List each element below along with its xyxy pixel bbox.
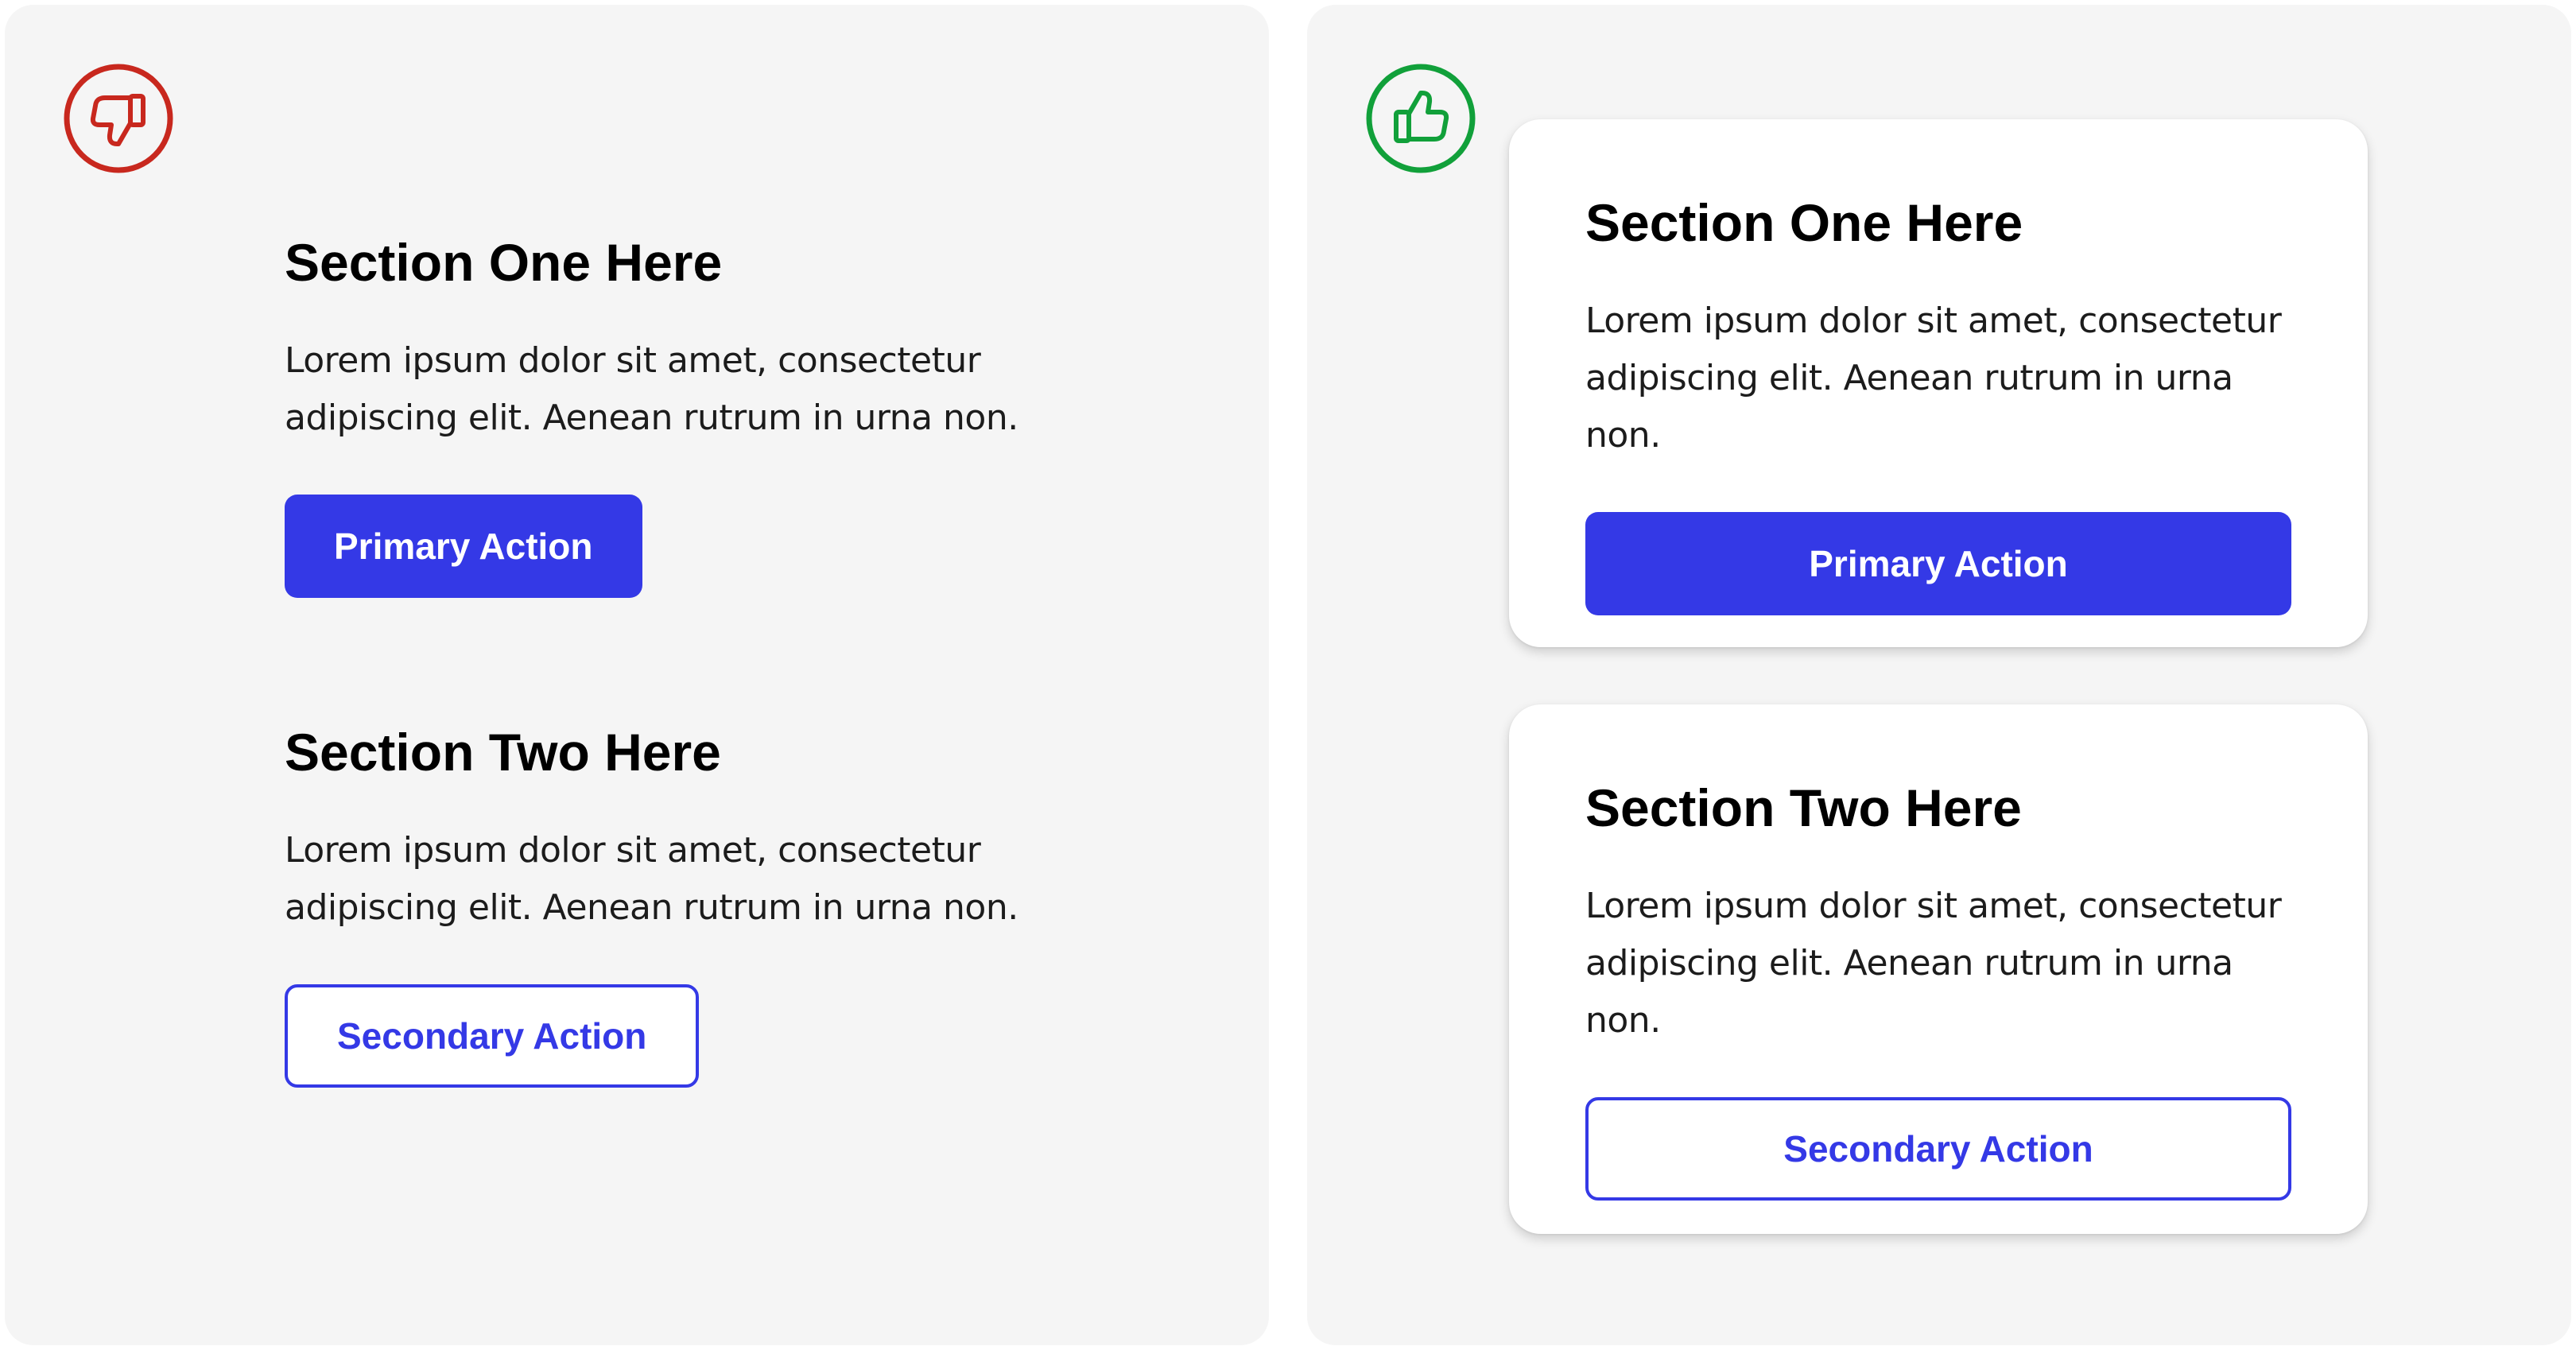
section-body: Lorem ipsum dolor sit amet, consectetur … — [285, 830, 1018, 928]
section-body: Lorem ipsum dolor sit amet, consectetur … — [1585, 301, 2282, 456]
thumbs-up-icon — [1364, 62, 1477, 175]
section-body: Lorem ipsum dolor sit amet, consectetur … — [285, 340, 1018, 438]
section-title: Section Two Here — [1585, 778, 2022, 837]
section-title: Section Two Here — [285, 723, 721, 782]
section-title: Section One Here — [1585, 193, 2023, 252]
thumbs-down-icon — [62, 62, 175, 175]
primary-action-button[interactable]: Primary Action — [285, 495, 642, 598]
section-one-card: Section One Here Lorem ipsum dolor sit a… — [1509, 119, 2368, 647]
bad-example-panel: Section One Here Lorem ipsum dolor sit a… — [5, 5, 1269, 1345]
bad-section-one: Section One Here Lorem ipsum dolor sit a… — [285, 231, 1048, 598]
good-example-panel: Section One Here Lorem ipsum dolor sit a… — [1307, 5, 2571, 1345]
primary-action-button[interactable]: Primary Action — [1585, 512, 2291, 615]
secondary-action-button[interactable]: Secondary Action — [1585, 1097, 2291, 1201]
section-body: Lorem ipsum dolor sit amet, consectetur … — [1585, 886, 2282, 1041]
section-title: Section One Here — [285, 233, 723, 292]
section-two-card: Section Two Here Lorem ipsum dolor sit a… — [1509, 704, 2368, 1234]
bad-section-two: Section Two Here Lorem ipsum dolor sit a… — [285, 720, 1048, 1088]
secondary-action-button[interactable]: Secondary Action — [285, 984, 700, 1088]
